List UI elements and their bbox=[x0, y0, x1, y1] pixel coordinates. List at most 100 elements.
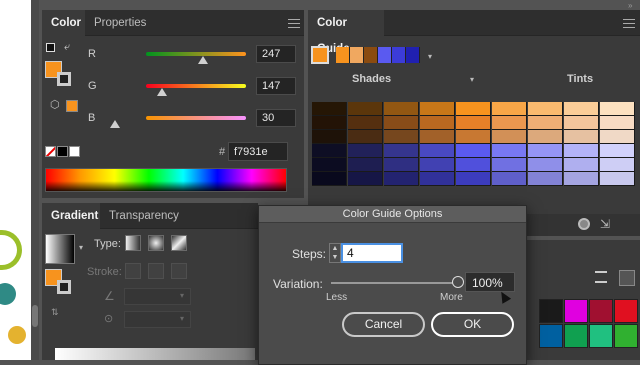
out-of-gamut-swatch[interactable] bbox=[66, 100, 78, 112]
guide-cell[interactable] bbox=[600, 144, 635, 158]
green-value-field[interactable]: 147 bbox=[256, 77, 296, 95]
guide-cell[interactable] bbox=[564, 102, 599, 116]
guide-cell[interactable] bbox=[600, 158, 635, 172]
swatch-cell[interactable] bbox=[539, 299, 563, 323]
guide-cell[interactable] bbox=[312, 144, 347, 158]
guide-cell[interactable] bbox=[348, 102, 383, 116]
guide-cell[interactable] bbox=[384, 144, 419, 158]
cancel-button[interactable]: Cancel bbox=[342, 312, 425, 337]
guide-cell[interactable] bbox=[492, 172, 527, 186]
guide-cell[interactable] bbox=[348, 144, 383, 158]
harmony-swatch[interactable] bbox=[350, 47, 364, 63]
harmony-swatch[interactable] bbox=[406, 47, 420, 63]
list-view-icon[interactable] bbox=[595, 271, 607, 283]
swatch-cell[interactable] bbox=[589, 324, 613, 348]
stroke-swatch[interactable] bbox=[57, 72, 71, 86]
harmony-dropdown-icon[interactable]: ▾ bbox=[428, 52, 432, 61]
variation-slider-thumb[interactable] bbox=[452, 276, 464, 288]
harmony-swatches[interactable] bbox=[336, 47, 426, 63]
tab-color-guide[interactable]: Color Guide bbox=[308, 10, 384, 55]
black-swatch[interactable] bbox=[57, 146, 68, 157]
guide-cell[interactable] bbox=[456, 102, 491, 116]
swap-colors-icon[interactable]: ⤶ bbox=[64, 41, 70, 54]
harmony-swatch[interactable] bbox=[336, 47, 350, 63]
red-value-field[interactable]: 247 bbox=[256, 45, 296, 63]
guide-cell[interactable] bbox=[492, 102, 527, 116]
white-swatch[interactable] bbox=[69, 146, 80, 157]
guide-cell[interactable] bbox=[420, 116, 455, 130]
guide-cell[interactable] bbox=[312, 158, 347, 172]
document-canvas[interactable] bbox=[0, 0, 31, 360]
swatch-cell[interactable] bbox=[614, 324, 638, 348]
guide-cell[interactable] bbox=[564, 172, 599, 186]
guide-cell[interactable] bbox=[564, 130, 599, 144]
steps-input[interactable]: 4 bbox=[341, 243, 403, 263]
guide-cell[interactable] bbox=[492, 116, 527, 130]
hex-value-field[interactable]: f7931e bbox=[228, 142, 288, 161]
guide-cell[interactable] bbox=[564, 158, 599, 172]
grid-view-icon[interactable] bbox=[619, 270, 635, 286]
default-colors-icon[interactable] bbox=[46, 43, 55, 52]
guide-cell[interactable] bbox=[420, 158, 455, 172]
harmony-swatch[interactable] bbox=[392, 47, 406, 63]
color-spectrum[interactable] bbox=[45, 168, 287, 192]
ok-button[interactable]: OK bbox=[431, 312, 514, 337]
steps-stepper[interactable]: ▲ ▼ bbox=[329, 243, 341, 263]
harmony-swatch[interactable] bbox=[378, 47, 392, 63]
tab-gradient[interactable]: Gradient bbox=[42, 203, 100, 229]
guide-cell[interactable] bbox=[312, 130, 347, 144]
gradient-stroke-swatch[interactable] bbox=[57, 280, 71, 294]
blue-slider-track[interactable] bbox=[146, 116, 246, 120]
guide-cell[interactable] bbox=[348, 172, 383, 186]
guide-cell[interactable] bbox=[384, 158, 419, 172]
guide-menu-icon[interactable] bbox=[623, 19, 635, 28]
panel-menu-icon[interactable] bbox=[288, 19, 300, 28]
guide-cell[interactable] bbox=[420, 102, 455, 116]
swatch-cell[interactable] bbox=[614, 299, 638, 323]
guide-cell[interactable] bbox=[420, 172, 455, 186]
guide-cell[interactable] bbox=[384, 116, 419, 130]
red-slider-thumb[interactable] bbox=[198, 56, 208, 64]
guide-cell[interactable] bbox=[492, 144, 527, 158]
guide-cell[interactable] bbox=[528, 102, 563, 116]
tab-transparency[interactable]: Transparency bbox=[100, 203, 188, 229]
variation-slider-track[interactable] bbox=[331, 282, 461, 284]
gradient-dropdown-icon[interactable]: ▾ bbox=[79, 243, 83, 252]
guide-cell[interactable] bbox=[312, 102, 347, 116]
gradient-slider[interactable] bbox=[55, 348, 255, 360]
guide-cell[interactable] bbox=[456, 158, 491, 172]
guide-cell[interactable] bbox=[600, 130, 635, 144]
blue-slider-thumb[interactable] bbox=[110, 120, 120, 128]
guide-options-arrow[interactable]: ▾ bbox=[470, 75, 474, 84]
harmony-swatch[interactable] bbox=[364, 47, 378, 63]
guide-cell[interactable] bbox=[600, 102, 635, 116]
guide-cell[interactable] bbox=[456, 130, 491, 144]
variation-input[interactable]: 100% bbox=[465, 272, 515, 292]
guide-cell[interactable] bbox=[384, 102, 419, 116]
swatch-cell[interactable] bbox=[564, 299, 588, 323]
guide-cell[interactable] bbox=[492, 130, 527, 144]
guide-cell[interactable] bbox=[348, 158, 383, 172]
none-swatch[interactable] bbox=[45, 146, 56, 157]
collapse-icon[interactable]: » bbox=[628, 1, 632, 10]
guide-cell[interactable] bbox=[312, 116, 347, 130]
guide-cell[interactable] bbox=[600, 116, 635, 130]
swatch-cell[interactable] bbox=[539, 324, 563, 348]
green-slider-thumb[interactable] bbox=[157, 88, 167, 96]
freeform-gradient-button[interactable] bbox=[171, 235, 187, 251]
guide-cell[interactable] bbox=[348, 130, 383, 144]
base-color-swatch[interactable] bbox=[311, 46, 329, 64]
guide-cell[interactable] bbox=[384, 172, 419, 186]
guide-cell[interactable] bbox=[384, 130, 419, 144]
guide-cell[interactable] bbox=[312, 172, 347, 186]
guide-cell[interactable] bbox=[456, 144, 491, 158]
limit-to-swatch-icon[interactable] bbox=[578, 218, 590, 230]
guide-cell[interactable] bbox=[528, 116, 563, 130]
swatch-cell[interactable] bbox=[564, 324, 588, 348]
guide-cell[interactable] bbox=[600, 172, 635, 186]
linear-gradient-button[interactable] bbox=[125, 235, 141, 251]
guide-cell[interactable] bbox=[564, 144, 599, 158]
scroll-thumb[interactable] bbox=[32, 305, 38, 327]
guide-cell[interactable] bbox=[456, 116, 491, 130]
tab-properties[interactable]: Properties bbox=[85, 10, 155, 36]
